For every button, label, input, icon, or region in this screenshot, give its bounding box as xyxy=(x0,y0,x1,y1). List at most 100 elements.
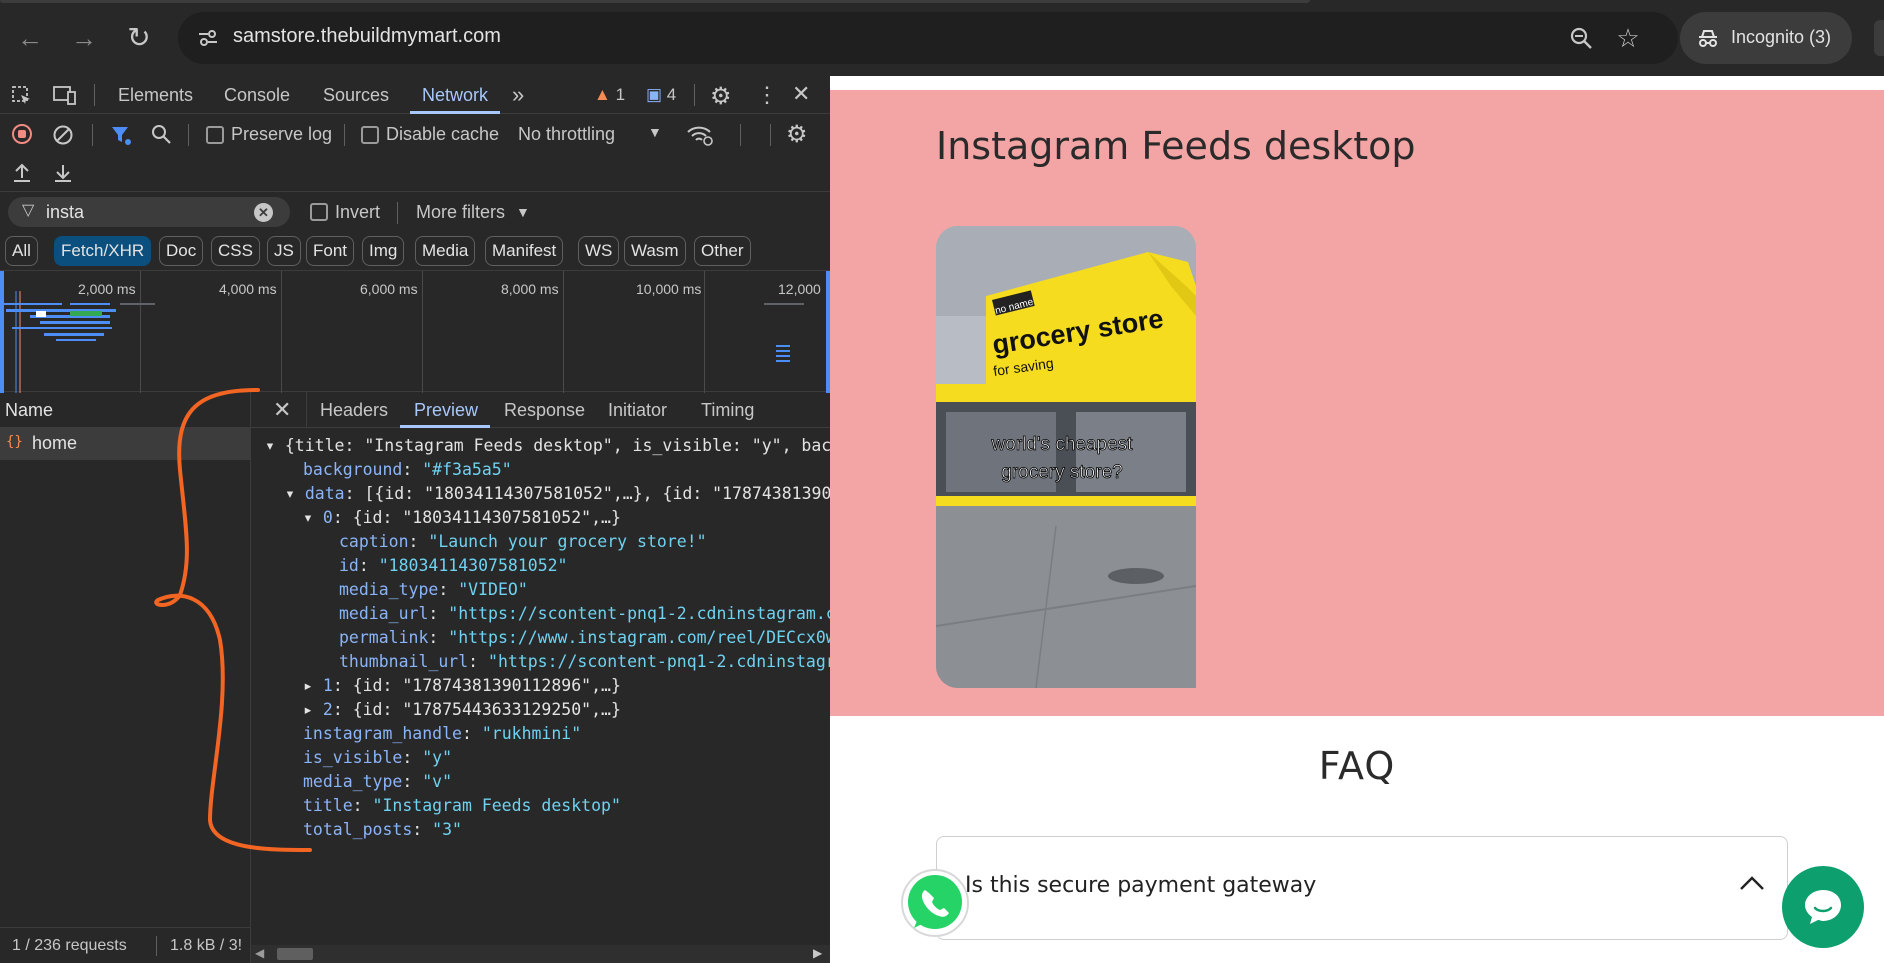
tab-console[interactable]: Console xyxy=(224,85,290,106)
json-media-type-line: media_type: "VIDEO" xyxy=(339,580,528,599)
whatsapp-icon[interactable] xyxy=(898,866,972,940)
browser-toolbar: ← → ↻ samstore.thebuildmymart.com ☆ Inco… xyxy=(0,0,1884,76)
type-filter-media[interactable]: Media xyxy=(415,236,476,266)
type-filter-fetch-xhr[interactable]: Fetch/XHR xyxy=(54,236,152,266)
detail-tab-bar: ✕ Headers Preview Response Initiator Tim… xyxy=(251,392,830,428)
type-filter-img[interactable]: Img xyxy=(362,236,405,266)
type-filter-other[interactable]: Other xyxy=(694,236,751,266)
preserve-log-checkbox[interactable] xyxy=(206,126,224,144)
request-name[interactable]: home xyxy=(32,433,77,454)
chevron-up-icon[interactable] xyxy=(1737,871,1767,895)
more-tabs-icon[interactable]: » xyxy=(512,82,524,108)
zoom-icon[interactable] xyxy=(1568,25,1594,51)
detail-tab-headers[interactable]: Headers xyxy=(320,400,388,421)
disable-cache-label: Disable cache xyxy=(386,124,500,144)
devtools-panel: Elements Console Sources Network » ▲ 1 ▣… xyxy=(0,76,830,963)
instagram-section-title: Instagram Feeds desktop xyxy=(936,124,1416,168)
kebab-menu-icon[interactable]: ⋮ xyxy=(756,82,778,108)
reload-icon[interactable]: ↻ xyxy=(121,20,157,56)
chat-widget-button[interactable] xyxy=(1782,866,1864,948)
detail-tab-initiator[interactable]: Initiator xyxy=(608,400,667,421)
scroll-right-icon[interactable]: ▶ xyxy=(813,946,822,960)
scrollbar-thumb[interactable] xyxy=(277,948,313,960)
network-settings-gear-icon[interactable]: ⚙ xyxy=(786,120,808,149)
back-icon[interactable]: ← xyxy=(12,20,48,56)
request-detail-pane: ✕ Headers Preview Response Initiator Tim… xyxy=(251,392,830,963)
warnings-badge[interactable]: ▲ 1 xyxy=(594,85,625,105)
json-item-2-line[interactable]: ▸ 2: {id: "17875443633129250",…} xyxy=(303,698,621,722)
clear-filter-icon[interactable]: ✕ xyxy=(254,203,273,222)
filter-input[interactable]: ▽ insta ✕ xyxy=(8,197,290,227)
clear-icon[interactable] xyxy=(52,124,74,146)
type-filter-js[interactable]: JS xyxy=(267,236,301,266)
json-item-0-line[interactable]: ▾ 0: {id: "18034114307581052",…} xyxy=(303,506,621,530)
network-toolbar: Preserve log Disable cache No throttling… xyxy=(0,114,830,154)
tab-sources[interactable]: Sources xyxy=(323,85,389,106)
type-filter-css[interactable]: CSS xyxy=(211,236,260,266)
type-filter-manifest[interactable]: Manifest xyxy=(485,236,564,266)
type-filter-ws[interactable]: WS xyxy=(578,236,620,266)
json-permalink-line: permalink: "https://www.instagram.com/re… xyxy=(339,628,830,647)
import-har-icon[interactable] xyxy=(11,162,33,184)
type-filter-font[interactable]: Font xyxy=(306,236,355,266)
inspect-element-icon[interactable] xyxy=(10,84,34,108)
network-conditions-icon[interactable] xyxy=(686,123,714,147)
forward-icon[interactable]: → xyxy=(66,20,102,56)
disable-cache-checkbox[interactable] xyxy=(361,126,379,144)
url-text[interactable]: samstore.thebuildmymart.com xyxy=(233,25,501,48)
filter-value[interactable]: insta xyxy=(46,202,84,223)
active-detail-tab-indicator xyxy=(400,425,490,428)
device-toolbar-icon[interactable] xyxy=(52,84,78,108)
json-data-line[interactable]: ▾ data: [{id: "18034114307581052",…}, {i… xyxy=(285,482,830,506)
invert-checkbox[interactable] xyxy=(310,203,328,221)
tab-elements[interactable]: Elements xyxy=(118,85,193,106)
faq-heading: FAQ xyxy=(1318,744,1396,788)
incognito-button[interactable]: Incognito (3) xyxy=(1680,12,1852,64)
settings-gear-icon[interactable]: ⚙ xyxy=(710,82,732,111)
status-bar: 1 / 236 requests 1.8 kB / 3! xyxy=(0,927,251,963)
video-caption-line-2: grocery store? xyxy=(1001,462,1122,483)
json-root-line[interactable]: ▾ {title: "Instagram Feeds desktop", is_… xyxy=(265,434,830,458)
more-filters-button[interactable]: More filters xyxy=(416,202,505,223)
instagram-post-thumbnail[interactable]: no name grocery store for saving world's… xyxy=(936,226,1196,688)
chevron-down-icon[interactable]: ▼ xyxy=(648,124,662,140)
json-instagram-handle-line: instagram_handle: "rukhmini" xyxy=(303,724,582,743)
filter-icon[interactable] xyxy=(110,124,132,146)
invert-label: Invert xyxy=(335,202,381,222)
preserve-log-label: Preserve log xyxy=(231,124,333,144)
json-id-line: id: "18034114307581052" xyxy=(339,556,568,575)
type-filter-all[interactable]: All xyxy=(5,236,38,266)
messages-badge[interactable]: ▣ 4 xyxy=(646,85,676,105)
grocery-store-image: no name grocery store for saving world's… xyxy=(936,226,1196,688)
timeline-overview[interactable]: 2,000 ms 4,000 ms 6,000 ms 8,000 ms 10,0… xyxy=(0,270,830,393)
detail-tab-preview[interactable]: Preview xyxy=(414,400,478,421)
instagram-feed-section: Instagram Feeds desktop no name grocery … xyxy=(830,90,1884,716)
xhr-request-icon: {} xyxy=(6,434,23,450)
transfer-size: 1.8 kB / 3! xyxy=(170,937,243,954)
throttling-select[interactable]: No throttling xyxy=(518,124,615,145)
detail-tab-response[interactable]: Response xyxy=(504,400,585,421)
faq-accordion-item[interactable]: Is this secure payment gateway xyxy=(936,836,1788,940)
json-item-1-line[interactable]: ▸ 1: {id: "17874381390112896",…} xyxy=(303,674,621,698)
tab-network[interactable]: Network xyxy=(422,85,488,106)
type-filter-wasm[interactable]: Wasm xyxy=(624,236,686,266)
json-caption-line: caption: "Launch your grocery store!" xyxy=(339,532,707,551)
site-info-icon[interactable] xyxy=(196,26,220,50)
search-icon[interactable] xyxy=(150,123,172,145)
json-thumbnail-url-line: thumbnail_url: "https://scontent-pnq1-2.… xyxy=(339,652,830,671)
scroll-left-icon[interactable]: ◀ xyxy=(255,946,264,960)
type-filter-doc[interactable]: Doc xyxy=(159,236,204,266)
json-media-url-line: media_url: "https://scontent-pnq1-2.cdni… xyxy=(339,604,830,623)
annotation-brace xyxy=(154,388,312,852)
horizontal-scrollbar[interactable]: ◀ ▶ xyxy=(251,945,830,963)
export-har-icon[interactable] xyxy=(52,162,74,184)
address-bar[interactable]: samstore.thebuildmymart.com ☆ xyxy=(178,12,1678,64)
record-icon[interactable] xyxy=(12,124,32,144)
bookmark-star-icon[interactable]: ☆ xyxy=(1614,24,1642,52)
close-devtools-icon[interactable]: ✕ xyxy=(792,81,810,107)
import-export-row xyxy=(0,154,830,192)
devtools-tab-bar: Elements Console Sources Network » ▲ 1 ▣… xyxy=(0,76,830,114)
more-filters-chevron-icon[interactable]: ▼ xyxy=(516,204,530,220)
faq-question[interactable]: Is this secure payment gateway xyxy=(965,873,1316,898)
detail-tab-timing[interactable]: Timing xyxy=(701,400,754,421)
